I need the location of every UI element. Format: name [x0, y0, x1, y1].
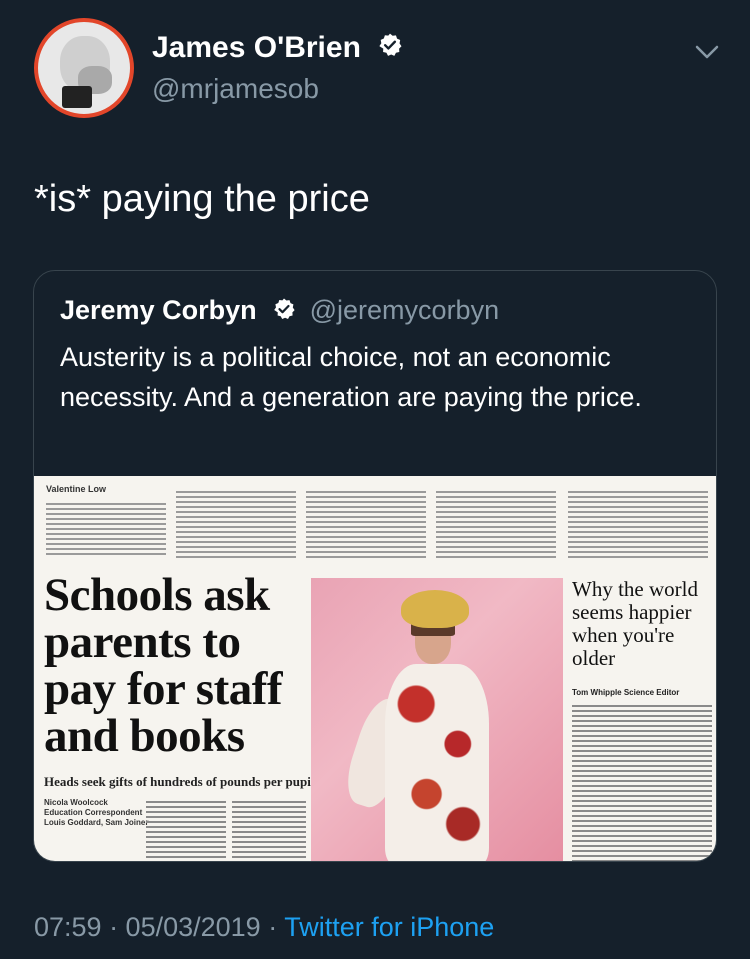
fashion-photo: [311, 578, 563, 861]
newspaper-headline: Schools ask parents to pay for staff and…: [44, 569, 283, 762]
quoted-author: Jeremy Corbyn @jeremycorbyn: [60, 293, 499, 329]
text-column: [46, 500, 166, 572]
newspaper-image[interactable]: Valentine Low Schools ask parents to pay…: [34, 476, 716, 861]
chevron-down-icon[interactable]: [693, 40, 721, 64]
author-name[interactable]: James O'Brien: [152, 30, 403, 67]
side-headline: Why the world seems happier when you're …: [572, 577, 698, 670]
author-handle[interactable]: @mrjamesob: [152, 72, 319, 106]
author-name-text: James O'Brien: [152, 31, 361, 64]
verified-badge-icon: [272, 295, 296, 329]
photo-figure-dress: [385, 664, 489, 861]
tweet-client-link[interactable]: Twitter for iPhone: [284, 912, 494, 942]
quoted-author-name: Jeremy Corbyn: [60, 295, 257, 325]
avatar[interactable]: [34, 18, 134, 118]
text-column: [436, 488, 556, 560]
side-byline: Tom Whipple Science Editor: [572, 688, 680, 697]
text-column: [146, 798, 226, 858]
tweet-text: *is* paying the price: [34, 178, 370, 220]
tweet-meta: 07:59 · 05/03/2019 · Twitter for iPhone: [34, 910, 494, 944]
avatar-microphone: [62, 86, 92, 108]
text-column: [176, 488, 296, 560]
tweet-timestamp: 07:59 · 05/03/2019 ·: [34, 912, 285, 942]
text-column: [232, 798, 306, 858]
verified-badge-icon: [377, 31, 403, 67]
top-byline: Valentine Low: [46, 484, 107, 494]
photo-figure-headpiece: [401, 590, 469, 628]
quoted-tweet-text: Austerity is a political choice, not an …: [60, 342, 642, 412]
quoted-author-handle: @jeremycorbyn: [309, 295, 500, 325]
quoted-tweet[interactable]: Jeremy Corbyn @jeremycorbyn Austerity is…: [33, 270, 717, 862]
text-column: [568, 488, 708, 560]
tweet-header: James O'Brien @mrjamesob: [0, 0, 750, 150]
text-column: [572, 702, 712, 861]
text-column: [306, 488, 426, 560]
newspaper-subhead: Heads seek gifts of hundreds of pounds p…: [44, 774, 315, 789]
newspaper-authors: Nicola Woolcock Education Correspondent …: [44, 798, 149, 827]
